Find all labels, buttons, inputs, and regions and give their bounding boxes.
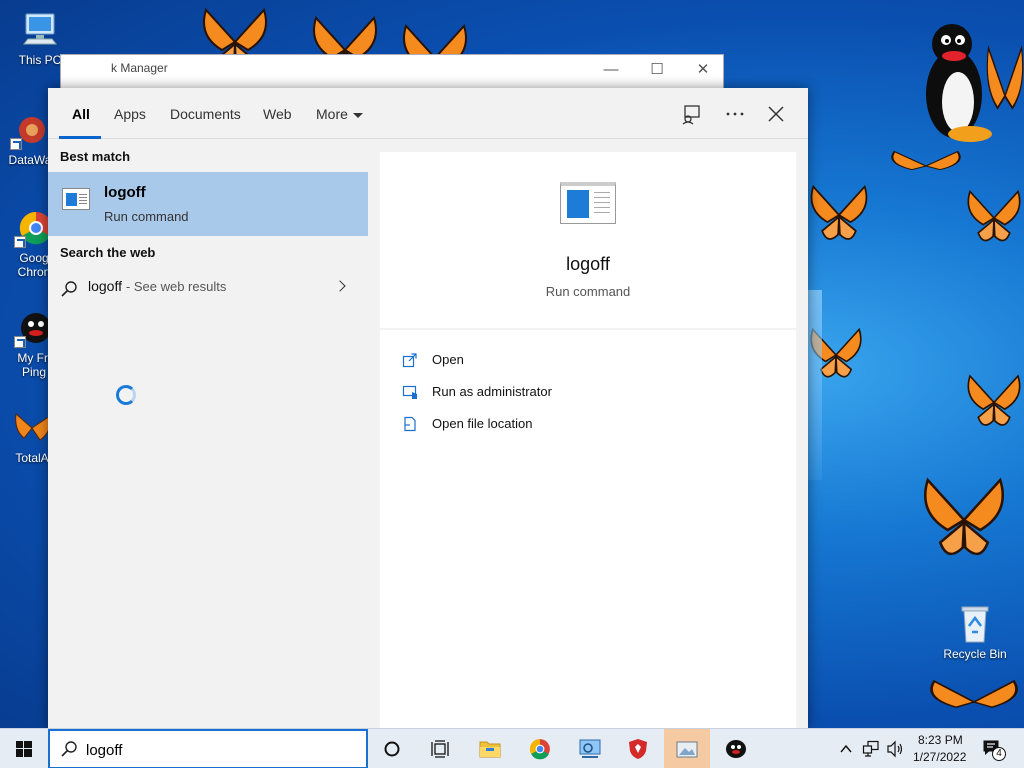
action-center-button[interactable]: 4 bbox=[978, 735, 1010, 763]
active-tab-indicator bbox=[59, 136, 101, 139]
actions-list: Open Run as administrator Open file loca… bbox=[380, 330, 796, 730]
desktop-icon-label: This PC bbox=[18, 53, 62, 67]
close-panel-icon[interactable] bbox=[763, 102, 789, 126]
run-command-icon bbox=[62, 188, 90, 210]
window-title: k Manager bbox=[111, 61, 168, 75]
close-button[interactable]: ✕ bbox=[680, 57, 726, 83]
chevron-up-icon[interactable] bbox=[840, 743, 852, 755]
more-options-icon[interactable] bbox=[722, 102, 748, 126]
search-web-heading: Search the web bbox=[60, 245, 156, 260]
desktop-icon-recycle-bin[interactable]: Recycle Bin bbox=[940, 604, 1010, 661]
file-location-icon bbox=[404, 416, 416, 432]
minimize-button[interactable]: — bbox=[588, 57, 634, 83]
search-panel: All Apps Documents Web More Best match l… bbox=[48, 88, 808, 730]
notification-count-badge: 4 bbox=[992, 747, 1006, 761]
run-command-large-icon bbox=[560, 182, 616, 224]
computer-icon bbox=[20, 10, 60, 50]
search-filter-tabs: All Apps Documents Web More bbox=[48, 88, 808, 139]
chrome-icon bbox=[529, 739, 550, 760]
butterfly-wallpaper-icon bbox=[967, 374, 1021, 426]
action-open[interactable]: Open bbox=[380, 346, 796, 374]
totala-app-icon bbox=[12, 408, 52, 448]
desktop-icon-label: Goog Chron bbox=[17, 251, 51, 279]
folder-icon bbox=[479, 741, 501, 758]
penguin-wallpaper-icon bbox=[926, 24, 992, 142]
clock-time[interactable]: 8:23 PM bbox=[918, 733, 963, 747]
butterfly-wallpaper-icon bbox=[810, 184, 868, 240]
action-label: Open file location bbox=[432, 416, 533, 431]
preview-title: logoff bbox=[566, 254, 610, 274]
butterfly-wallpaper-icon bbox=[930, 679, 1018, 708]
tab-more-label: More bbox=[316, 106, 348, 122]
best-match-heading: Best match bbox=[60, 149, 131, 164]
wallpaper-light-beam bbox=[808, 290, 822, 480]
start-button[interactable] bbox=[0, 729, 48, 768]
run-as-admin-icon bbox=[402, 385, 417, 399]
magnifier-app-button[interactable] bbox=[568, 729, 612, 768]
search-icon bbox=[61, 741, 77, 757]
shortcut-arrow-icon bbox=[14, 236, 26, 248]
best-match-title: logoff bbox=[104, 184, 146, 201]
task-view-icon bbox=[431, 740, 449, 758]
cortana-button[interactable] bbox=[370, 729, 414, 768]
desktop-icon-label: My Fri Ping bbox=[17, 351, 51, 379]
search-icon bbox=[61, 281, 77, 297]
web-result-item[interactable]: logoff - See web results bbox=[48, 272, 368, 304]
chevron-right-icon[interactable] bbox=[334, 280, 346, 292]
screen-magnifier-icon bbox=[579, 739, 601, 758]
network-icon[interactable] bbox=[862, 740, 880, 758]
clock-date[interactable]: 1/27/2022 bbox=[913, 750, 966, 764]
tab-more[interactable]: More bbox=[316, 106, 363, 122]
preview-card: logoff Run command bbox=[380, 152, 796, 328]
chevron-down-icon bbox=[352, 112, 363, 118]
best-match-item[interactable]: logoff Run command bbox=[48, 172, 368, 236]
windows-logo-icon bbox=[16, 741, 32, 757]
action-label: Run as administrator bbox=[432, 384, 552, 399]
butterfly-wallpaper-icon bbox=[924, 477, 1004, 556]
file-explorer-button[interactable] bbox=[468, 729, 512, 768]
shortcut-arrow-icon bbox=[14, 336, 26, 348]
preview-pane: logoff Run command Open Run as administr… bbox=[368, 140, 808, 730]
search-input[interactable] bbox=[86, 739, 346, 761]
photo-app-icon bbox=[676, 741, 698, 758]
web-result-query: logoff bbox=[88, 278, 122, 294]
taskbar-search-box[interactable] bbox=[48, 729, 368, 768]
penguin-icon bbox=[726, 740, 746, 758]
results-list: Best match logoff Run command Search the… bbox=[48, 140, 368, 730]
chrome-taskbar-button[interactable] bbox=[518, 729, 562, 768]
open-icon bbox=[402, 353, 417, 368]
pingu-app-button[interactable] bbox=[714, 729, 758, 768]
butterfly-wallpaper-icon bbox=[891, 150, 961, 171]
shortcut-arrow-icon bbox=[10, 138, 22, 150]
cortana-icon bbox=[384, 741, 400, 757]
tab-web[interactable]: Web bbox=[263, 106, 292, 122]
action-run-as-administrator[interactable]: Run as administrator bbox=[380, 378, 796, 406]
shield-app-button[interactable] bbox=[616, 729, 660, 768]
tab-documents[interactable]: Documents bbox=[170, 106, 241, 122]
feedback-icon[interactable] bbox=[679, 102, 705, 126]
tab-apps[interactable]: Apps bbox=[114, 106, 146, 122]
desktop-icon-label: TotalA bbox=[15, 451, 49, 465]
butterfly-wallpaper-icon bbox=[967, 189, 1021, 242]
volume-icon[interactable] bbox=[886, 740, 904, 758]
active-app-button[interactable] bbox=[664, 729, 710, 768]
maximize-button[interactable]: ☐ bbox=[634, 57, 680, 83]
taskbar: 8:23 PM 1/27/2022 4 bbox=[0, 728, 1024, 768]
preview-subtitle: Run command bbox=[545, 284, 631, 299]
web-result-suffix: - See web results bbox=[125, 279, 227, 294]
action-label: Open bbox=[432, 352, 464, 367]
web-result-text: logoff - See web results bbox=[88, 278, 226, 294]
desktop-icon-label: Recycle Bin bbox=[943, 647, 1007, 661]
tab-all[interactable]: All bbox=[72, 106, 90, 122]
action-open-file-location[interactable]: Open file location bbox=[380, 410, 796, 438]
desktop-icon-label: DataWa bbox=[8, 153, 52, 167]
shield-icon bbox=[629, 739, 647, 759]
datawa-app-icon bbox=[10, 110, 50, 150]
best-match-subtitle: Run command bbox=[104, 209, 189, 224]
loading-spinner-icon bbox=[116, 385, 136, 405]
task-view-button[interactable] bbox=[418, 729, 462, 768]
recycle-bin-icon bbox=[955, 604, 995, 644]
